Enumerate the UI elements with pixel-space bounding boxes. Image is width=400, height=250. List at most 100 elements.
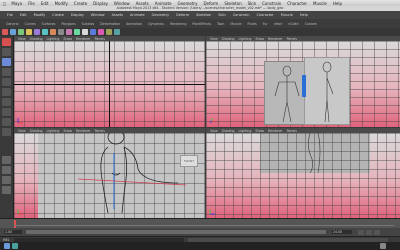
- panel-menu-show[interactable]: Show: [63, 37, 72, 41]
- viewport-canvas[interactable]: [206, 41, 400, 127]
- range-end-field[interactable]: 24.00: [332, 230, 352, 234]
- paint-select-icon[interactable]: [2, 58, 11, 66]
- move-icon[interactable]: [2, 68, 11, 76]
- os-menu-item[interactable]: Create: [74, 1, 87, 6]
- main-menu-item[interactable]: Window: [91, 13, 105, 17]
- shelf-tab[interactable]: nHair: [274, 22, 283, 26]
- shelf-tab[interactable]: Dynamics: [148, 22, 164, 26]
- panel-menu-renderer[interactable]: Renderer: [268, 37, 283, 41]
- panel-menu-lighting[interactable]: Lighting: [239, 129, 252, 133]
- select-tool-icon[interactable]: [2, 29, 8, 35]
- panel-menu-renderer[interactable]: Renderer: [268, 129, 283, 133]
- main-menu-item[interactable]: Skeleton: [196, 13, 211, 17]
- os-menu-item[interactable]: Window: [114, 1, 130, 6]
- trash-icon[interactable]: [380, 243, 386, 249]
- os-menu-item[interactable]: Skin: [248, 1, 257, 6]
- main-menu-item[interactable]: Edit: [20, 13, 27, 17]
- shelf-tab[interactable]: Fur: [263, 22, 268, 26]
- side-by-side-layout-icon[interactable]: [2, 176, 11, 184]
- shelf-tab[interactable]: PaintEffects: [192, 22, 211, 26]
- shelf-tab[interactable]: General: [6, 22, 19, 26]
- main-menu-item[interactable]: Modify: [34, 13, 46, 17]
- main-menu-item[interactable]: Muscle: [281, 13, 293, 17]
- bevel-icon[interactable]: [98, 29, 104, 35]
- reference-image-plane-front[interactable]: [264, 61, 306, 125]
- merge-icon[interactable]: [106, 29, 112, 35]
- panel-menu-panels[interactable]: Panels: [287, 129, 297, 133]
- shelf-tab[interactable]: Custom: [305, 22, 317, 26]
- os-menu-item[interactable]: Character: [287, 1, 307, 6]
- panel-menu-shading[interactable]: Shading: [222, 37, 235, 41]
- main-menu-item[interactable]: Deform: [176, 13, 189, 17]
- main-menu-item[interactable]: File: [7, 13, 13, 17]
- last-tool-icon[interactable]: [2, 128, 11, 136]
- camera-icon[interactable]: [74, 29, 80, 35]
- viewport-canvas[interactable]: [206, 132, 400, 218]
- panel-menu-view[interactable]: View: [210, 129, 218, 133]
- range-slider-handle[interactable]: [26, 230, 326, 234]
- panel-menu-renderer[interactable]: Renderer: [76, 37, 91, 41]
- cube-icon[interactable]: [42, 29, 48, 35]
- current-time-marker[interactable]: [14, 220, 16, 228]
- universal-manip-icon[interactable]: [2, 98, 11, 106]
- viewport-canvas[interactable]: FRONT: [14, 133, 205, 218]
- reference-image-plane-side[interactable]: [304, 57, 350, 125]
- os-menu-item[interactable]: Maya: [11, 1, 22, 6]
- os-menu-item[interactable]: Deform: [203, 1, 218, 6]
- panel-menu-view[interactable]: View: [210, 37, 218, 41]
- panel-menu-lighting[interactable]: Lighting: [239, 37, 252, 41]
- main-menu-item[interactable]: Help: [300, 13, 308, 17]
- rotate-icon[interactable]: [2, 78, 11, 86]
- soft-mod-icon[interactable]: [2, 108, 11, 116]
- play-forward-icon[interactable]: [366, 229, 372, 235]
- shelf-tab[interactable]: Fluids: [247, 22, 256, 26]
- panel-menu-panels[interactable]: Panels: [287, 37, 297, 41]
- os-menu-item[interactable]: Edit: [41, 1, 49, 6]
- scale-tool-icon[interactable]: [26, 29, 32, 35]
- move-tool-icon[interactable]: [10, 29, 16, 35]
- viewport-top[interactable]: View Shading Lighting Show Renderer Pane…: [14, 36, 205, 127]
- os-menu-item[interactable]: Help: [333, 1, 342, 6]
- main-menu-item[interactable]: Display: [71, 13, 84, 17]
- panel-menu-shading[interactable]: Shading: [30, 129, 43, 133]
- shelf-tab[interactable]: Muscle: [230, 22, 241, 26]
- shelf-tab[interactable]: Animation: [126, 22, 142, 26]
- scale-icon[interactable]: [2, 88, 11, 96]
- main-menu-item[interactable]: Character: [257, 13, 274, 17]
- panel-menu-show[interactable]: Show: [255, 37, 264, 41]
- os-menu-item[interactable]: Muscle: [313, 1, 327, 6]
- range-start-field[interactable]: 1.00: [4, 230, 22, 234]
- four-pane-layout-icon[interactable]: [2, 166, 11, 174]
- os-menu-item[interactable]: Modify: [55, 1, 68, 6]
- shelf-tab[interactable]: Surfaces: [42, 22, 56, 26]
- os-menu-item[interactable]: Constrain: [262, 1, 281, 6]
- os-menu-item[interactable]: Display: [93, 1, 108, 6]
- shelf-tab[interactable]: Subdivs: [82, 22, 95, 26]
- panel-menu-view[interactable]: View: [18, 37, 26, 41]
- panel-menu-shading[interactable]: Shading: [222, 129, 235, 133]
- os-menu-item[interactable]: Animate: [155, 1, 172, 6]
- extrude-icon[interactable]: [90, 29, 96, 35]
- lasso-icon[interactable]: [2, 48, 11, 56]
- panel-menu-panels[interactable]: Panels: [95, 37, 105, 41]
- cylinder-icon[interactable]: [50, 29, 56, 35]
- persp-outliner-layout-icon[interactable]: [2, 186, 11, 194]
- shelf-tab[interactable]: Rendering: [170, 22, 186, 26]
- main-menu-item[interactable]: Constrain: [233, 13, 250, 17]
- light-icon[interactable]: [82, 29, 88, 35]
- finder-icon[interactable]: [4, 243, 10, 249]
- panel-menu-view[interactable]: View: [18, 129, 26, 133]
- shelf-tab[interactable]: Toon: [217, 22, 224, 26]
- panel-menu-lighting[interactable]: Lighting: [47, 37, 60, 41]
- plane-icon[interactable]: [58, 29, 64, 35]
- shelf-tab[interactable]: Polygons: [61, 22, 75, 26]
- select-arrow-icon[interactable]: [2, 38, 11, 46]
- key-icon[interactable]: [374, 229, 380, 235]
- panel-menu-lighting[interactable]: Lighting: [47, 129, 60, 133]
- viewport-persp[interactable]: View Shading Lighting Show Renderer Pane…: [206, 36, 400, 127]
- shelf-tab[interactable]: nCloth: [288, 22, 298, 26]
- smooth-icon[interactable]: [114, 29, 120, 35]
- apple-menu-icon[interactable]: : [3, 1, 5, 6]
- shelf-tab[interactable]: Curves: [25, 22, 36, 26]
- viewport-side[interactable]: View Shading Lighting Show Renderer Pane…: [206, 128, 400, 218]
